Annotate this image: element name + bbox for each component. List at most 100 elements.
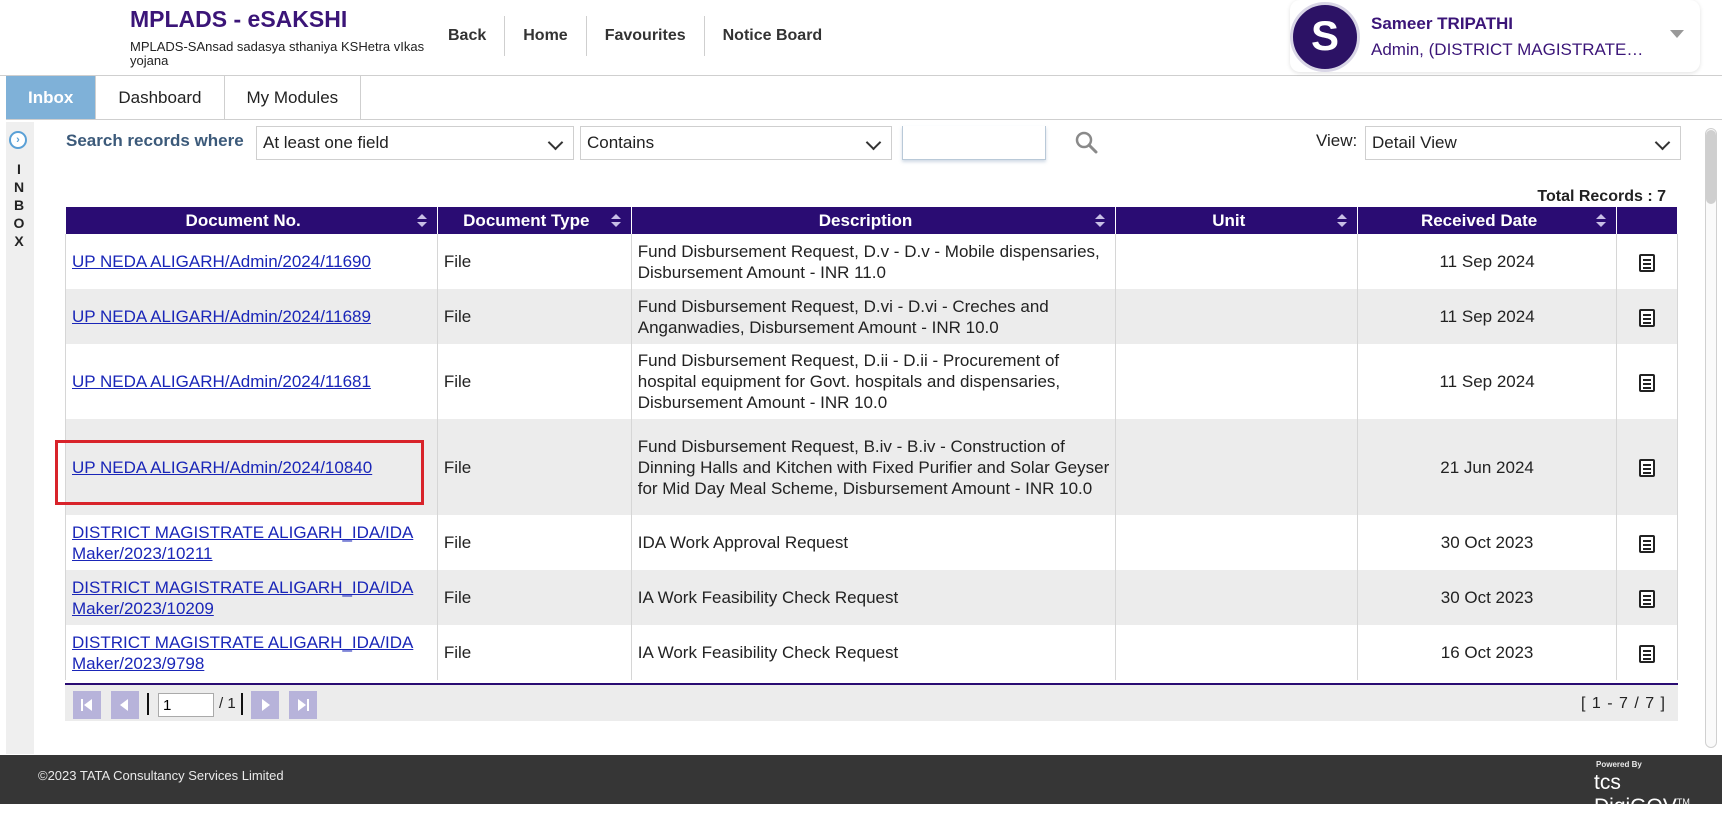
document-details-icon[interactable] [1638, 373, 1655, 392]
tab-dashboard[interactable]: Dashboard [96, 76, 225, 119]
document-link[interactable]: DISTRICT MAGISTRATE ALIGARH_IDA/IDA Make… [72, 578, 413, 618]
cell-description: Fund Disbursement Request, D.v - D.v - M… [630, 234, 1117, 289]
cell-unit [1115, 625, 1359, 680]
column-header-label: Description [818, 210, 913, 230]
document-link[interactable]: DISTRICT MAGISTRATE ALIGARH_IDA/IDA Make… [72, 633, 413, 673]
search-icon[interactable] [1074, 130, 1098, 154]
cell-document-type: File [436, 515, 632, 570]
copyright-text: ©2023 TATA Consultancy Services Limited [38, 768, 284, 783]
pagination-bar: / 1 [ 1 - 7 / 7 ] [65, 683, 1678, 721]
scrollbar-thumb[interactable] [1706, 130, 1716, 204]
sort-icon[interactable] [416, 214, 427, 228]
cell-document-type: File [436, 234, 632, 289]
cell-document-type: File [436, 344, 632, 419]
table-row[interactable]: UP NEDA ALIGARH/Admin/2024/11689 File Fu… [65, 289, 1679, 344]
chevron-down-icon[interactable] [1670, 30, 1684, 38]
table-row[interactable]: UP NEDA ALIGARH/Admin/2024/11690 File Fu… [65, 234, 1679, 289]
cell-document-type: File [436, 625, 632, 680]
table-header-row: Document No. Document Type Description U… [65, 207, 1679, 234]
column-header-description[interactable]: Description [631, 207, 1117, 234]
cell-description: IA Work Feasibility Check Request [630, 625, 1117, 680]
cell-document-no: DISTRICT MAGISTRATE ALIGARH_IDA/IDA Make… [65, 625, 438, 680]
digigov-logo-text: tcs DigiGOV [1594, 771, 1677, 818]
document-link[interactable]: UP NEDA ALIGARH/Admin/2024/11690 [72, 252, 371, 271]
document-details-icon[interactable] [1638, 644, 1655, 663]
trademark-mark: TM [1676, 797, 1690, 807]
cell-description: Fund Disbursement Request, B.iv - B.iv -… [630, 419, 1117, 515]
tab-inbox[interactable]: Inbox [6, 76, 97, 119]
sort-icon[interactable] [1095, 214, 1106, 228]
cell-received-date: 30 Oct 2023 [1357, 515, 1617, 570]
pager-separator [241, 693, 243, 715]
column-header-document-no[interactable]: Document No. [65, 207, 438, 234]
column-header-unit[interactable]: Unit [1115, 207, 1359, 234]
document-link[interactable]: UP NEDA ALIGARH/Admin/2024/11689 [72, 307, 371, 326]
powered-by-label: Powered By [1596, 760, 1642, 769]
view-select[interactable]: Detail View [1365, 126, 1681, 160]
cell-actions [1615, 515, 1679, 570]
first-page-button[interactable] [73, 691, 101, 719]
search-operator-select[interactable]: Contains [580, 126, 892, 160]
search-label: Search records where [66, 131, 244, 150]
cell-unit [1115, 289, 1359, 344]
digigov-logo: tcs DigiGOVTM [1594, 771, 1722, 819]
cell-document-no: UP NEDA ALIGARH/Admin/2024/11681 [65, 344, 438, 419]
table-row[interactable]: DISTRICT MAGISTRATE ALIGARH_IDA/IDA Make… [65, 515, 1679, 570]
view-select-value: Detail View [1372, 133, 1457, 152]
search-input[interactable] [902, 126, 1046, 160]
cell-actions [1615, 419, 1679, 515]
cell-description: IDA Work Approval Request [630, 515, 1117, 570]
scrollbar[interactable] [1705, 128, 1717, 748]
nav-home[interactable]: Home [505, 16, 587, 56]
tab-bar: Inbox Dashboard My Modules [6, 76, 1722, 120]
expand-icon[interactable]: › [9, 131, 27, 149]
user-name: Sameer TRIPATHI [1371, 14, 1514, 33]
cell-description: IA Work Feasibility Check Request [630, 570, 1117, 625]
document-details-icon[interactable] [1638, 589, 1655, 608]
table-row[interactable]: DISTRICT MAGISTRATE ALIGARH_IDA/IDA Make… [65, 625, 1679, 680]
tab-my-modules[interactable]: My Modules [225, 76, 362, 119]
top-nav: Back Home Favourites Notice Board [430, 16, 840, 56]
inbox-letter: I [17, 161, 21, 177]
previous-page-button[interactable] [111, 691, 139, 719]
last-page-button[interactable] [289, 691, 317, 719]
column-header-label: Document No. [185, 210, 301, 230]
avatar[interactable]: S [1290, 2, 1360, 72]
sort-icon[interactable] [1337, 214, 1348, 228]
nav-notice-board[interactable]: Notice Board [705, 16, 841, 56]
document-details-icon[interactable] [1638, 308, 1655, 327]
document-link[interactable]: DISTRICT MAGISTRATE ALIGARH_IDA/IDA Make… [72, 523, 413, 563]
next-page-button[interactable] [251, 691, 279, 719]
page-total: / 1 [219, 695, 236, 712]
cell-unit [1115, 419, 1359, 515]
nav-back[interactable]: Back [430, 16, 506, 56]
app-title: MPLADS - eSAKSHI [130, 6, 348, 32]
inbox-vertical-label: I N B O X [12, 160, 26, 250]
cell-received-date: 16 Oct 2023 [1357, 625, 1617, 680]
sort-icon[interactable] [1595, 214, 1606, 228]
cell-actions [1615, 570, 1679, 625]
document-link[interactable]: UP NEDA ALIGARH/Admin/2024/11681 [72, 372, 371, 391]
document-details-icon[interactable] [1638, 534, 1655, 553]
cell-document-no: DISTRICT MAGISTRATE ALIGARH_IDA/IDA Make… [65, 515, 438, 570]
document-details-icon[interactable] [1638, 459, 1655, 478]
document-details-icon[interactable] [1638, 253, 1655, 272]
page-number-input[interactable] [158, 693, 214, 717]
cell-unit [1115, 570, 1359, 625]
sort-icon[interactable] [610, 214, 621, 228]
search-field-select[interactable]: At least one field [256, 126, 574, 160]
cell-received-date: 11 Sep 2024 [1357, 289, 1617, 344]
cell-received-date: 21 Jun 2024 [1357, 419, 1617, 515]
table-row[interactable]: UP NEDA ALIGARH/Admin/2024/11681 File Fu… [65, 344, 1679, 419]
pager-separator [147, 693, 149, 715]
cell-document-type: File [436, 289, 632, 344]
nav-favourites[interactable]: Favourites [587, 16, 705, 56]
inbox-letter: O [13, 215, 25, 231]
cell-actions [1615, 234, 1679, 289]
column-header-document-type[interactable]: Document Type [437, 207, 632, 234]
table-row[interactable]: DISTRICT MAGISTRATE ALIGARH_IDA/IDA Make… [65, 570, 1679, 625]
total-records: Total Records : 7 [1537, 188, 1666, 205]
cell-description: Fund Disbursement Request, D.vi - D.vi -… [630, 289, 1117, 344]
cell-document-no: UP NEDA ALIGARH/Admin/2024/11689 [65, 289, 438, 344]
column-header-received-date[interactable]: Received Date [1357, 207, 1617, 234]
